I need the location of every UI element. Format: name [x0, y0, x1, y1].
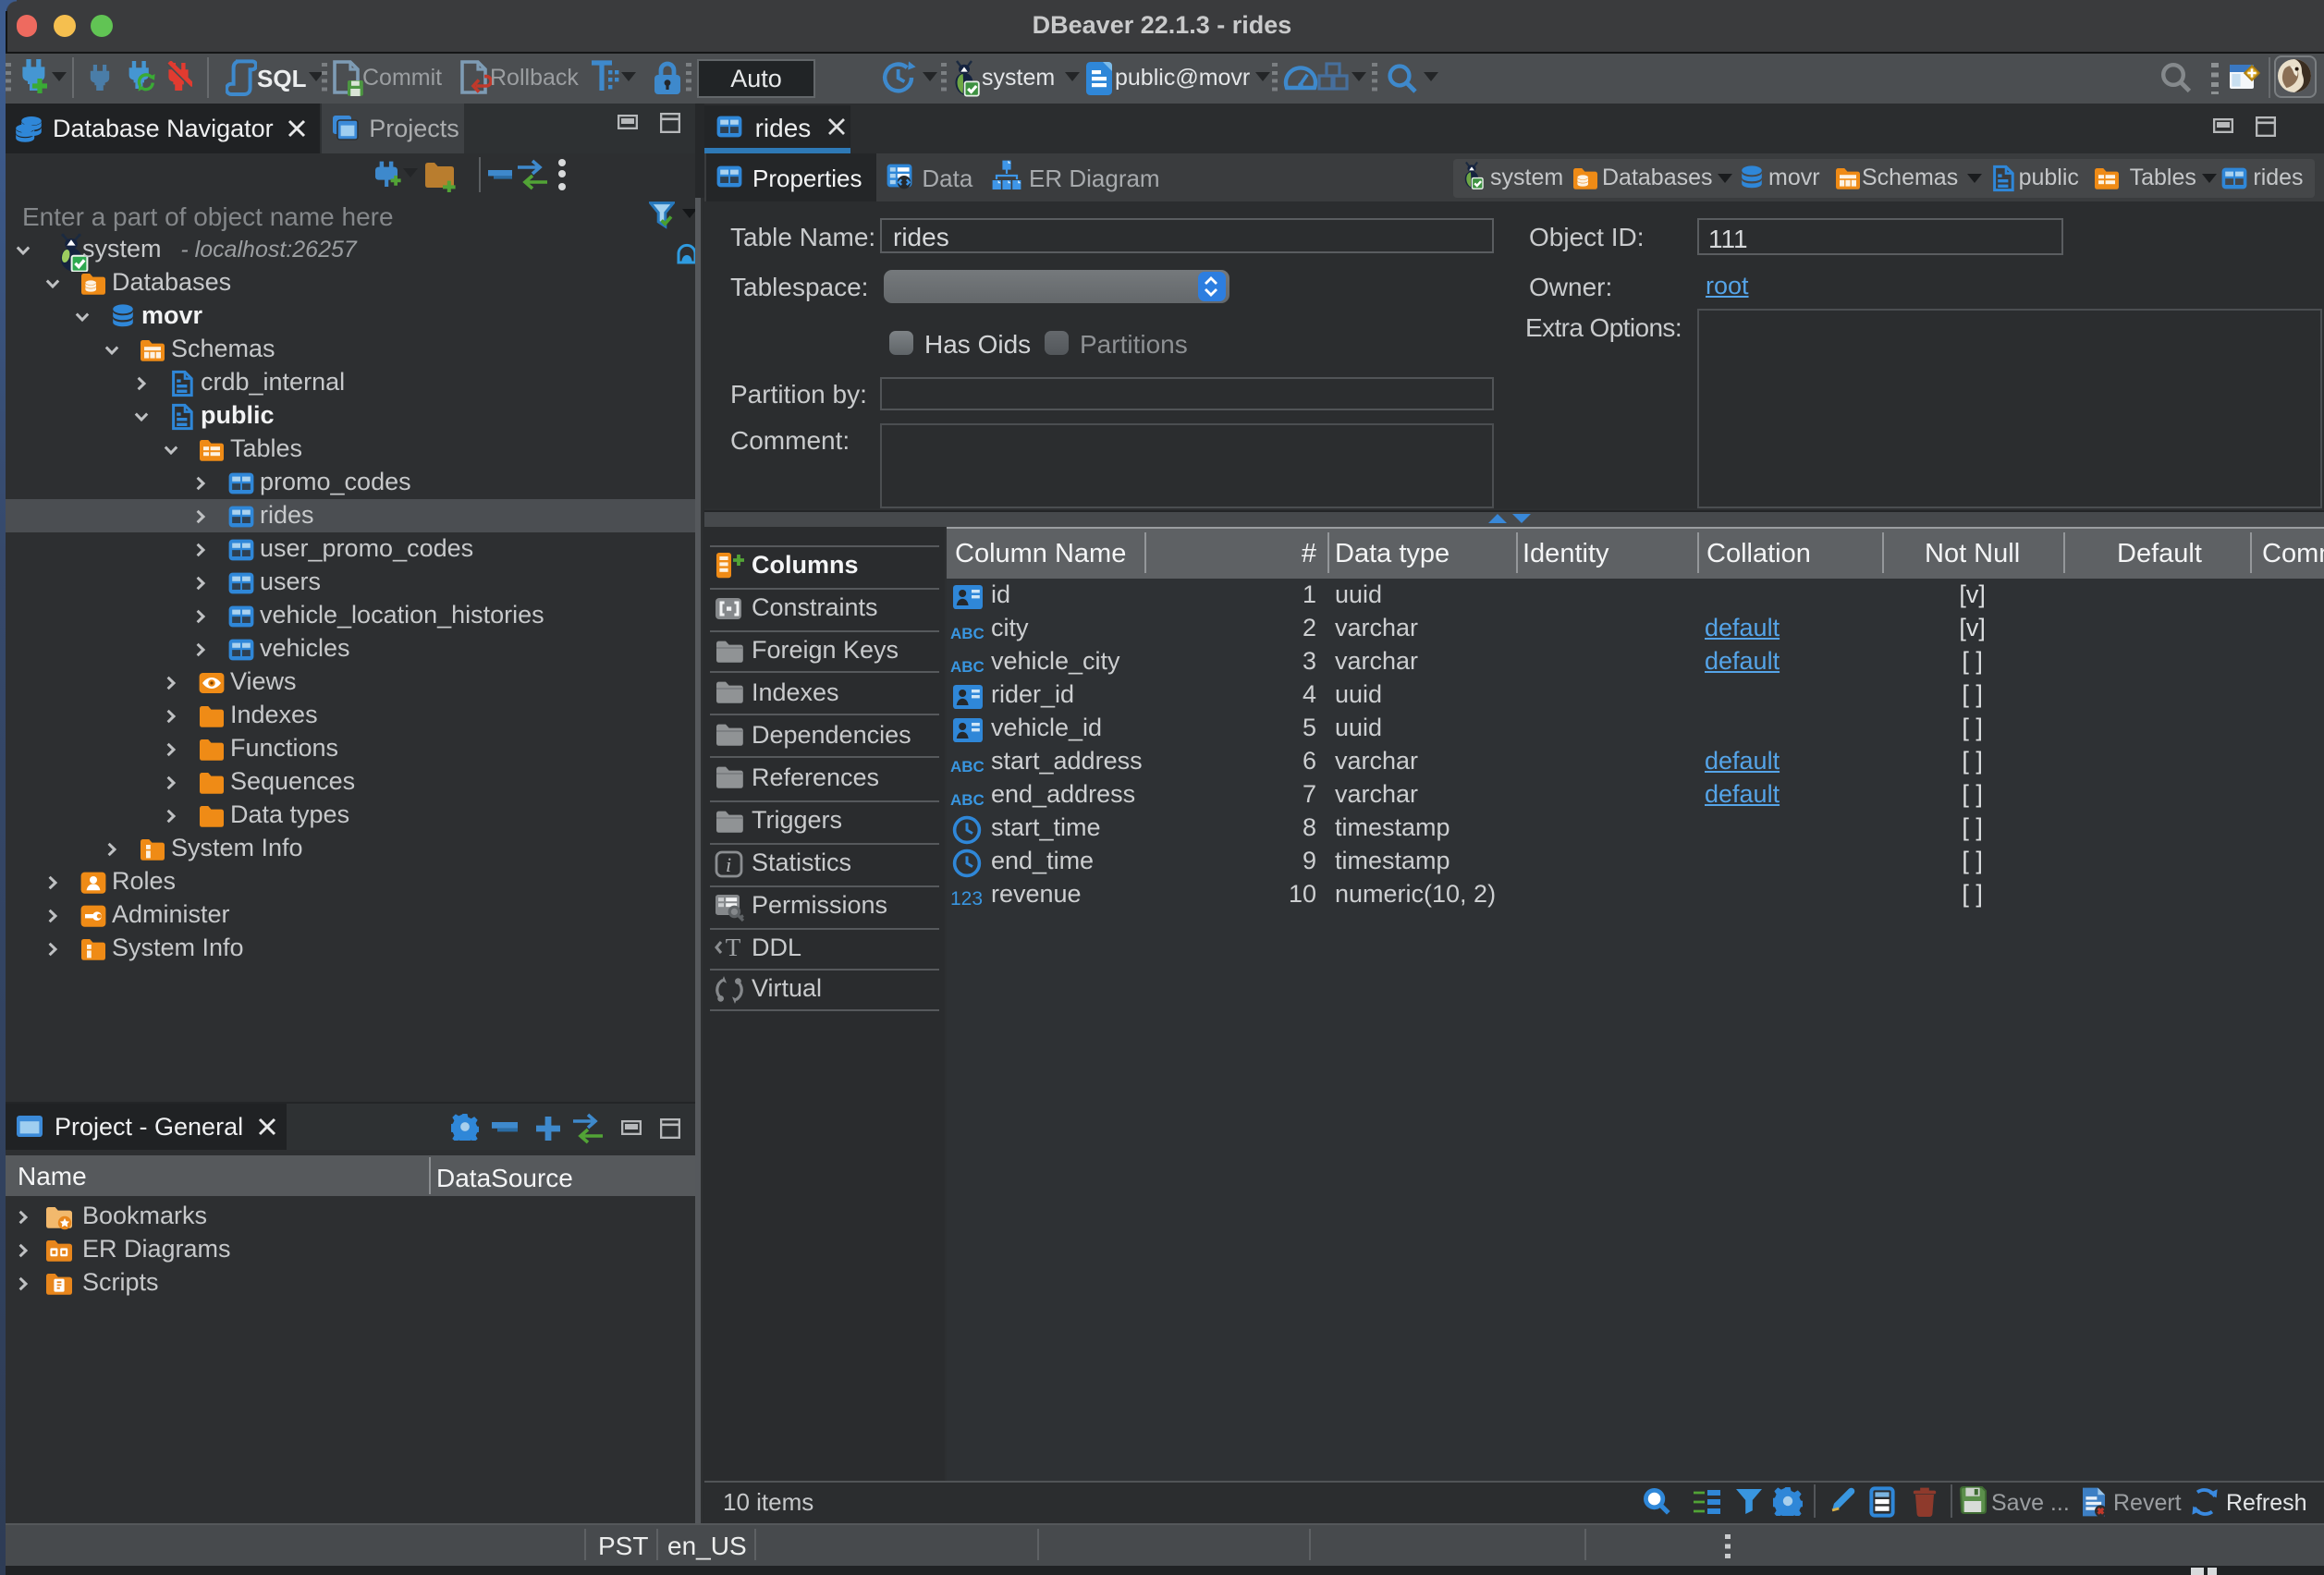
- svg-text:ABC: ABC: [950, 624, 984, 641]
- svg-text:123: 123: [949, 887, 982, 907]
- svg-text:ABC: ABC: [950, 757, 984, 774]
- svg-text:i: i: [726, 853, 731, 876]
- svg-text:ABC: ABC: [950, 790, 984, 807]
- svg-text:ABC: ABC: [950, 657, 984, 674]
- svg-text:T: T: [726, 933, 741, 960]
